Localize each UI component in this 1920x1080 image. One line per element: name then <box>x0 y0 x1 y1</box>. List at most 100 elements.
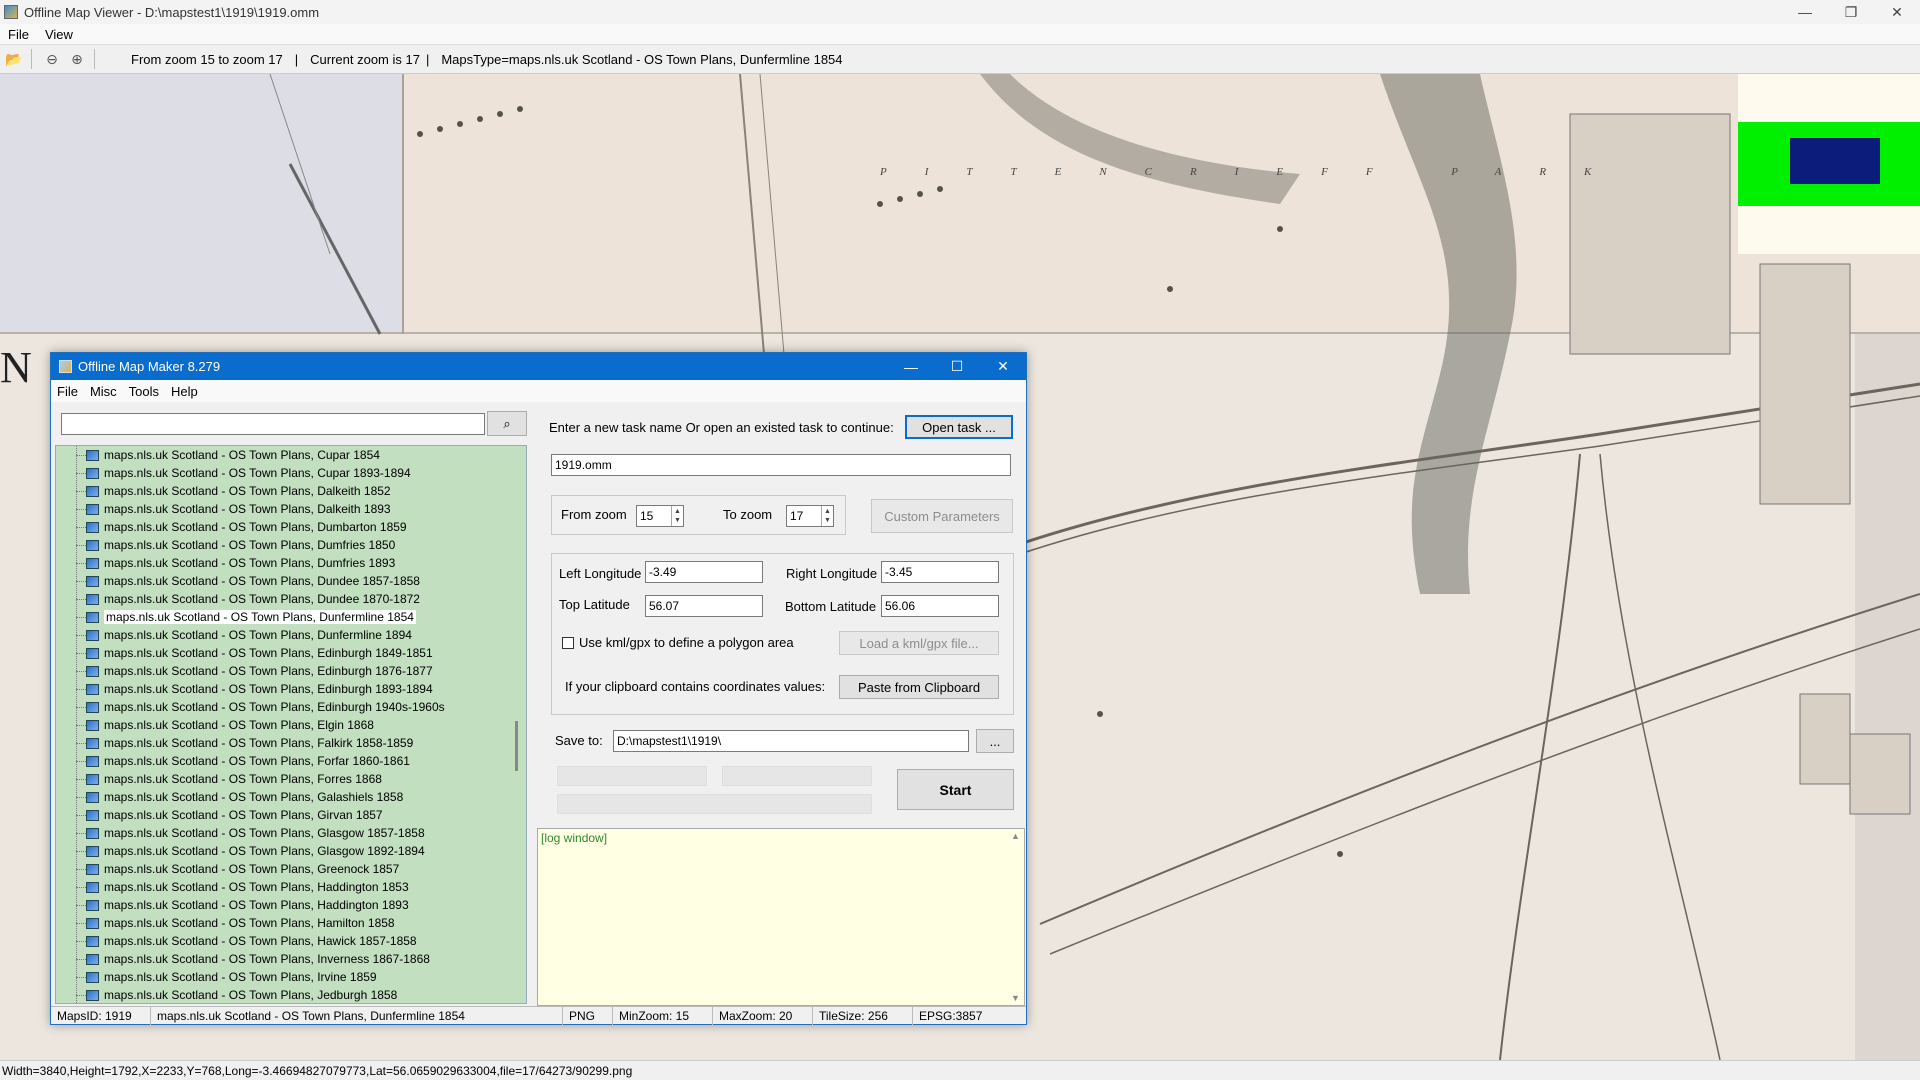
tree-item-label: maps.nls.uk Scotland - OS Town Plans, Ha… <box>104 934 417 948</box>
tree-item[interactable]: maps.nls.uk Scotland - OS Town Plans, Fo… <box>56 752 508 770</box>
scroll-down-icon[interactable]: ▼ <box>1011 993 1020 1003</box>
open-task-button[interactable]: Open task ... <box>905 415 1013 439</box>
from-zoom-value: 15 <box>640 509 654 523</box>
tree-item[interactable]: maps.nls.uk Scotland - OS Town Plans, Du… <box>56 608 508 626</box>
tree-item-label: maps.nls.uk Scotland - OS Town Plans, Du… <box>104 610 416 624</box>
overview-map[interactable] <box>1738 74 1920 254</box>
dialog-app-icon <box>59 360 72 373</box>
tree-item-label: maps.nls.uk Scotland - OS Town Plans, Je… <box>104 988 398 1002</box>
tree-scroll-thumb[interactable] <box>515 721 518 771</box>
dialog-controls: — ☐ ✕ <box>888 353 1026 380</box>
tree-item[interactable]: maps.nls.uk Scotland - OS Town Plans, Du… <box>56 572 508 590</box>
tree-item[interactable]: maps.nls.uk Scotland - OS Town Plans, Ed… <box>56 644 508 662</box>
menu-view[interactable]: View <box>37 27 81 42</box>
window-controls: — ❐ ✕ <box>1782 0 1920 24</box>
dialog-maximize-button[interactable]: ☐ <box>934 353 980 380</box>
scroll-up-icon[interactable]: ▲ <box>1011 831 1020 841</box>
tree-item[interactable]: maps.nls.uk Scotland - OS Town Plans, Ha… <box>56 878 508 896</box>
log-scrollbar[interactable]: ▲ ▼ <box>1008 829 1024 1005</box>
tree-item[interactable]: maps.nls.uk Scotland - OS Town Plans, Gl… <box>56 824 508 842</box>
tree-item[interactable]: maps.nls.uk Scotland - OS Town Plans, Du… <box>56 554 508 572</box>
map-layer-icon <box>86 521 99 533</box>
search-icon[interactable]: ⌕ <box>487 411 527 436</box>
tree-item[interactable]: maps.nls.uk Scotland - OS Town Plans, Gr… <box>56 860 508 878</box>
tree-item-label: maps.nls.uk Scotland - OS Town Plans, El… <box>104 718 374 732</box>
offline-map-maker-dialog: Offline Map Maker 8.279 — ☐ ✕ File Misc … <box>50 352 1027 1025</box>
tree-item-label: maps.nls.uk Scotland - OS Town Plans, Ha… <box>104 916 395 930</box>
zoom-in-icon[interactable]: ⊕ <box>66 48 88 70</box>
minimize-button[interactable]: — <box>1782 0 1828 24</box>
tree-item-label: maps.nls.uk Scotland - OS Town Plans, Ha… <box>104 898 409 912</box>
use-kml-checkbox[interactable] <box>562 637 574 649</box>
zoom-out-icon[interactable]: ⊖ <box>41 48 63 70</box>
tree-item[interactable]: maps.nls.uk Scotland - OS Town Plans, Ed… <box>56 698 508 716</box>
tree-item[interactable]: maps.nls.uk Scotland - OS Town Plans, Ha… <box>56 932 508 950</box>
status-max-zoom: MaxZoom: 20 <box>713 1007 813 1025</box>
dialog-menu-file[interactable]: File <box>51 384 84 399</box>
tree-scrollbar[interactable] <box>508 446 526 1003</box>
tree-item[interactable]: maps.nls.uk Scotland - OS Town Plans, Da… <box>56 500 508 518</box>
tree-item[interactable]: maps.nls.uk Scotland - OS Town Plans, Cu… <box>56 446 508 464</box>
progress-bar-2 <box>722 766 872 786</box>
menu-file[interactable]: File <box>0 27 37 42</box>
tree-item[interactable]: maps.nls.uk Scotland - OS Town Plans, Fa… <box>56 734 508 752</box>
window-title: Offline Map Viewer - D:\mapstest1\1919\1… <box>24 4 320 20</box>
dialog-title: Offline Map Maker 8.279 <box>78 359 221 374</box>
dialog-menu-tools[interactable]: Tools <box>123 384 165 399</box>
task-name-input[interactable] <box>551 454 1011 476</box>
tree-item[interactable]: maps.nls.uk Scotland - OS Town Plans, Fo… <box>56 770 508 788</box>
tree-item[interactable]: maps.nls.uk Scotland - OS Town Plans, Cu… <box>56 464 508 482</box>
tree-item[interactable]: maps.nls.uk Scotland - OS Town Plans, Gl… <box>56 842 508 860</box>
from-zoom-label: From zoom <box>561 507 627 522</box>
save-to-input[interactable] <box>613 730 969 752</box>
tree-item[interactable]: maps.nls.uk Scotland - OS Town Plans, Ed… <box>56 680 508 698</box>
maps-tree-list: maps.nls.uk Scotland - OS Town Plans, Cu… <box>56 446 508 1003</box>
tree-item[interactable]: maps.nls.uk Scotland - OS Town Plans, Da… <box>56 482 508 500</box>
tree-item[interactable]: maps.nls.uk Scotland - OS Town Plans, Gi… <box>56 806 508 824</box>
tree-item[interactable]: maps.nls.uk Scotland - OS Town Plans, Je… <box>56 986 508 1003</box>
right-longitude-input[interactable] <box>881 561 999 583</box>
close-button[interactable]: ✕ <box>1874 0 1920 24</box>
paste-from-clipboard-button[interactable]: Paste from Clipboard <box>839 675 999 699</box>
from-zoom-stepper[interactable]: 15 ▲ ▼ <box>636 505 684 527</box>
map-layer-icon <box>86 611 99 623</box>
tree-item[interactable]: maps.nls.uk Scotland - OS Town Plans, Ir… <box>56 968 508 986</box>
to-zoom-stepper[interactable]: 17 ▲ ▼ <box>786 505 834 527</box>
map-layer-icon <box>86 485 99 497</box>
left-longitude-input[interactable] <box>645 561 763 583</box>
tree-item[interactable]: maps.nls.uk Scotland - OS Town Plans, In… <box>56 950 508 968</box>
map-layer-icon <box>86 845 99 857</box>
bottom-latitude-input[interactable] <box>881 595 999 617</box>
spin-arrows-icon[interactable]: ▲ ▼ <box>671 506 683 526</box>
map-layer-icon <box>86 953 99 965</box>
dialog-menu-help[interactable]: Help <box>165 384 204 399</box>
tree-item[interactable]: maps.nls.uk Scotland - OS Town Plans, Ha… <box>56 914 508 932</box>
dialog-minimize-button[interactable]: — <box>888 353 934 380</box>
tree-item[interactable]: maps.nls.uk Scotland - OS Town Plans, Ha… <box>56 896 508 914</box>
tree-item[interactable]: maps.nls.uk Scotland - OS Town Plans, Ga… <box>56 788 508 806</box>
tree-item[interactable]: maps.nls.uk Scotland - OS Town Plans, Du… <box>56 536 508 554</box>
tree-item-label: maps.nls.uk Scotland - OS Town Plans, Gl… <box>104 826 425 840</box>
restore-button[interactable]: ❐ <box>1828 0 1874 24</box>
tree-item[interactable]: maps.nls.uk Scotland - OS Town Plans, Ed… <box>56 662 508 680</box>
start-button[interactable]: Start <box>897 769 1014 810</box>
tree-item-label: maps.nls.uk Scotland - OS Town Plans, Gr… <box>104 862 400 876</box>
top-latitude-input[interactable] <box>645 595 763 617</box>
tree-item[interactable]: maps.nls.uk Scotland - OS Town Plans, Du… <box>56 518 508 536</box>
spin-arrows-icon[interactable]: ▲ ▼ <box>821 506 833 526</box>
map-layer-icon <box>86 647 99 659</box>
status-maps-name: maps.nls.uk Scotland - OS Town Plans, Du… <box>151 1007 563 1025</box>
custom-parameters-button[interactable]: Custom Parameters <box>871 499 1013 533</box>
tree-item[interactable]: maps.nls.uk Scotland - OS Town Plans, El… <box>56 716 508 734</box>
dialog-menu-misc[interactable]: Misc <box>84 384 123 399</box>
maps-tree[interactable]: maps.nls.uk Scotland - OS Town Plans, Cu… <box>55 445 527 1004</box>
log-window[interactable]: [log window] ▲ ▼ <box>537 828 1025 1006</box>
open-folder-icon[interactable]: 📂 <box>3 48 25 70</box>
load-kml-button[interactable]: Load a kml/gpx file... <box>839 631 999 655</box>
browse-button[interactable]: ... <box>976 729 1014 753</box>
tree-item[interactable]: maps.nls.uk Scotland - OS Town Plans, Du… <box>56 590 508 608</box>
map-search-input[interactable] <box>61 413 485 435</box>
dialog-close-button[interactable]: ✕ <box>980 353 1026 380</box>
tree-item[interactable]: maps.nls.uk Scotland - OS Town Plans, Du… <box>56 626 508 644</box>
tree-item-label: maps.nls.uk Scotland - OS Town Plans, In… <box>104 952 430 966</box>
